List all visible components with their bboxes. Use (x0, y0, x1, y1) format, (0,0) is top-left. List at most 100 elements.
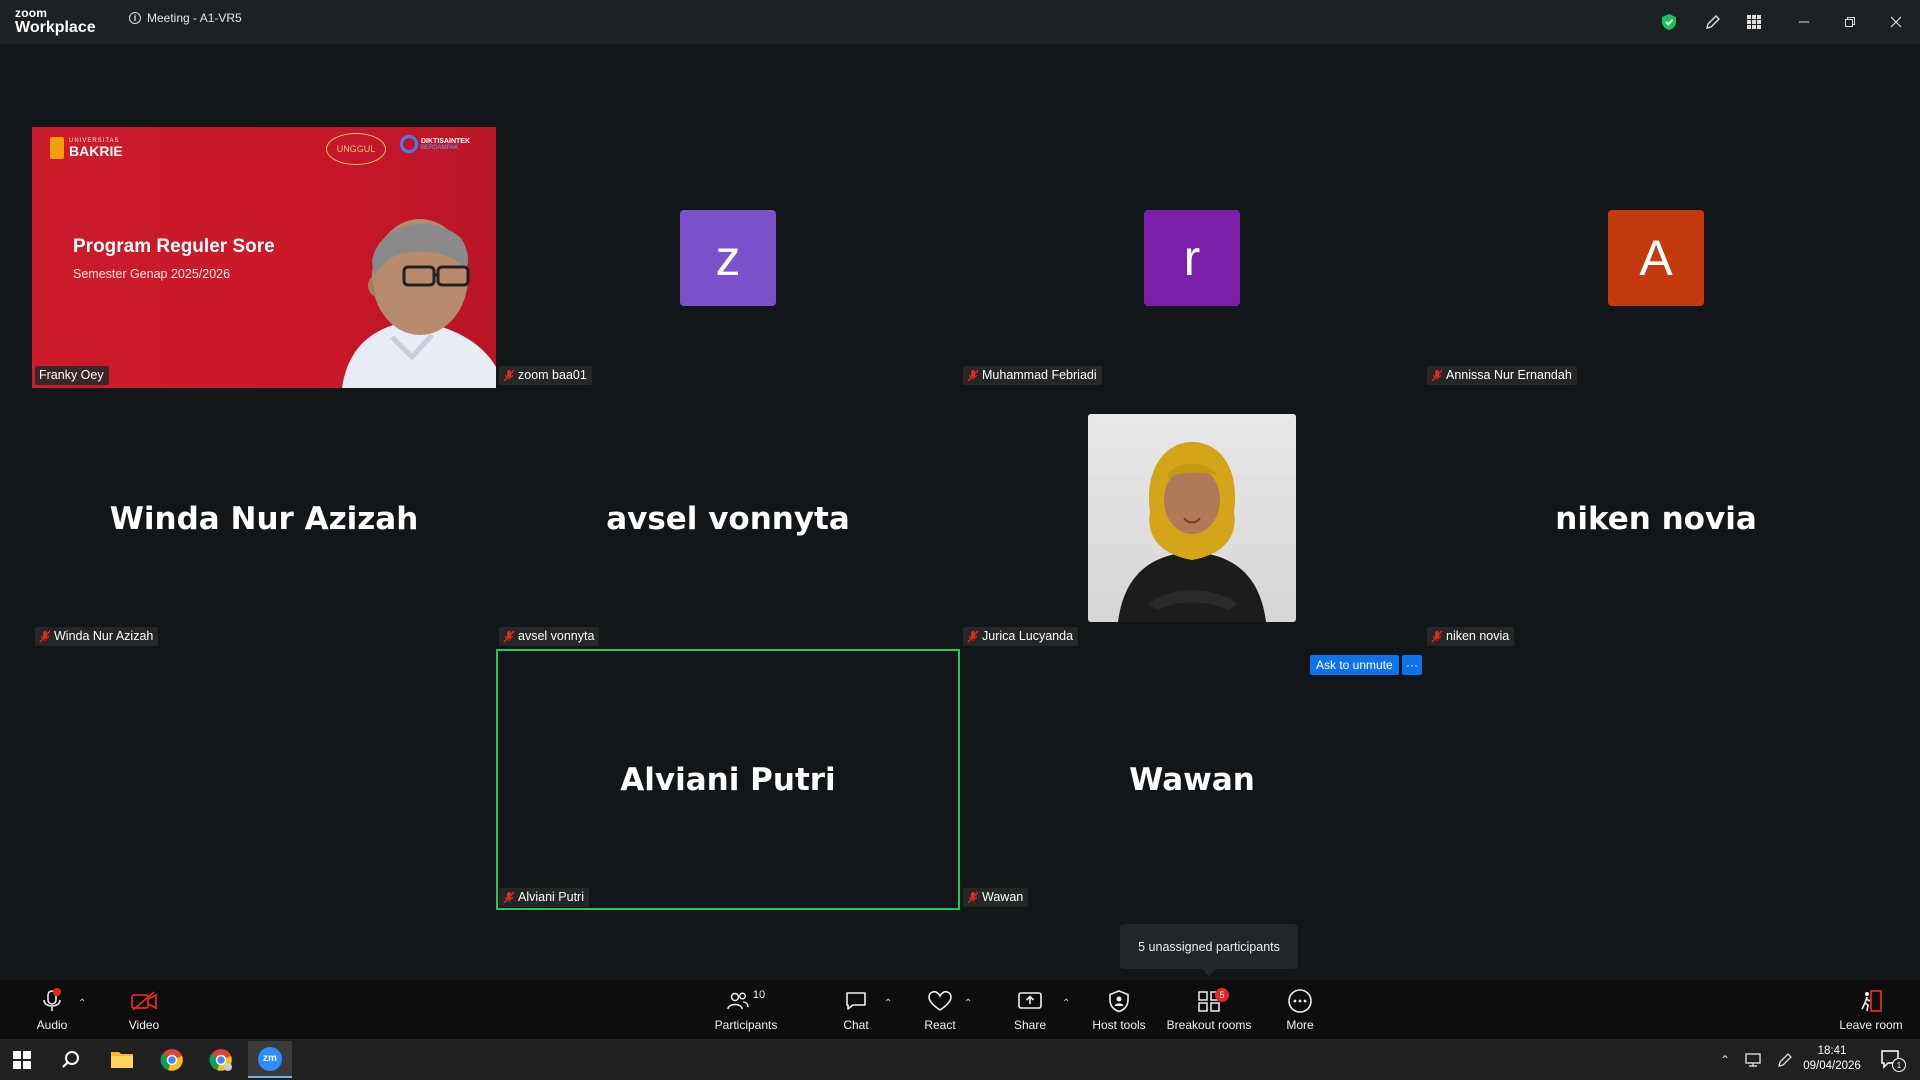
react-label: React (924, 1018, 956, 1032)
participant-name: Muhammad Febriadi (982, 368, 1097, 382)
participant-name-tag: zoom baa01 (499, 366, 592, 385)
participant-display-name: avsel vonnyta (606, 500, 850, 537)
video-tile[interactable]: niken novia niken novia (1424, 388, 1888, 649)
host-tools-button[interactable]: Host tools (1088, 980, 1150, 1039)
breakout-rooms-label: Breakout rooms (1166, 1018, 1252, 1032)
breakout-tooltip: 5 unassigned participants (1120, 924, 1298, 976)
slide-heading: Program Reguler Sore (73, 236, 275, 257)
mic-muted-icon (503, 369, 515, 381)
audio-label: Audio (36, 1018, 68, 1032)
breakout-badge: 5 (1215, 988, 1229, 1002)
participant-display-name: Winda Nur Azizah (109, 500, 419, 537)
clock[interactable]: 18:41 09/04/2026 (1796, 1044, 1868, 1074)
avatar: r (1144, 210, 1240, 306)
close-icon[interactable] (1884, 11, 1908, 33)
participant-profile-photo (1088, 414, 1296, 622)
participant-name: Winda Nur Azizah (54, 629, 154, 643)
network-icon[interactable] (1744, 1052, 1762, 1068)
search-icon[interactable] (61, 1050, 81, 1075)
participant-name: Alviani Putri (518, 890, 584, 904)
participants-button[interactable]: 10 Participants (711, 980, 781, 1039)
notification-count: 1 (1892, 1058, 1906, 1072)
participant-name-tag: avsel vonnyta (499, 627, 600, 646)
restore-icon[interactable] (1838, 11, 1862, 33)
participant-name: niken novia (1446, 629, 1510, 643)
meeting-info[interactable]: i Meeting - A1-VR5 (129, 11, 242, 25)
mic-muted-icon (967, 891, 979, 903)
windows-start-icon[interactable] (13, 1051, 31, 1074)
brand-bottom: Workplace (15, 19, 96, 36)
brand-top: zoom (15, 6, 48, 20)
video-tile[interactable]: z zoom baa01 (496, 127, 960, 388)
zoom-logo: zoom Workplace (15, 7, 96, 36)
diktisaintek-logo: DIKTISAINTEK BERDAMPAK (400, 135, 470, 153)
breakout-rooms-icon: 5 (1197, 984, 1229, 1018)
video-tile[interactable]: avsel vonnyta avsel vonnyta (496, 388, 960, 649)
apps-grid-icon[interactable] (1742, 10, 1766, 34)
participants-icon: 10 (727, 984, 765, 1018)
chrome-icon[interactable] (160, 1048, 184, 1077)
participant-name-tag: Franky Oey (35, 366, 109, 385)
chat-label: Chat (843, 1018, 869, 1032)
participant-name: Wawan (982, 890, 1024, 904)
leave-door-icon (1858, 984, 1884, 1018)
meeting-toolbar: Audio ⌃ Video 10 Participants Chat ⌃ Rea… (0, 980, 1920, 1039)
participant-name-tag: Wawan (963, 888, 1029, 907)
windows-taskbar: zm ⌃ 18:41 09/04/2026 1 (0, 1039, 1920, 1080)
security-shield-icon[interactable] (1657, 10, 1681, 34)
zoom-app-icon: zm (258, 1046, 282, 1071)
mic-muted-icon (967, 369, 979, 381)
participant-name-tag: Alviani Putri (499, 888, 589, 907)
file-explorer-icon[interactable] (110, 1048, 134, 1075)
slide-subheading: Semester Genap 2025/2026 (73, 267, 231, 281)
video-tile[interactable]: Winda Nur Azizah Winda Nur Azizah (32, 388, 496, 649)
annotate-pencil-icon[interactable] (1701, 10, 1725, 34)
video-tile[interactable]: Jurica Lucyanda (960, 388, 1424, 649)
leave-room-button[interactable]: Leave room (1836, 980, 1906, 1039)
logo-text: BAKRIE (69, 143, 123, 159)
chat-button[interactable]: Chat (836, 980, 876, 1039)
pen-input-icon[interactable] (1776, 1052, 1794, 1068)
heart-icon (927, 984, 953, 1018)
react-options-chevron-icon[interactable]: ⌃ (964, 998, 972, 1009)
mic-muted-icon (503, 630, 515, 642)
breakout-rooms-button[interactable]: 5 Breakout rooms (1164, 980, 1254, 1039)
share-screen-icon (1017, 984, 1043, 1018)
chrome-profile-icon[interactable] (209, 1048, 233, 1077)
participant-name-tag: niken novia (1427, 627, 1515, 646)
mic-muted-icon (1431, 369, 1443, 381)
chat-bubble-icon (844, 984, 868, 1018)
video-off-icon (130, 984, 158, 1018)
accreditation-seal: UNGGUL (326, 133, 386, 165)
participant-name: avsel vonnyta (518, 629, 595, 643)
notifications-icon[interactable]: 1 (1880, 1048, 1906, 1075)
video-tile[interactable]: r Muhammad Febriadi (960, 127, 1424, 388)
video-tile[interactable]: Wawan Wawan (960, 649, 1424, 910)
react-button[interactable]: React (920, 980, 960, 1039)
presenter-person (342, 219, 496, 388)
info-icon[interactable]: i (129, 12, 141, 24)
video-tile-presenter[interactable]: UNIVERSITAS BAKRIE UNGGUL DIKTISAINTEK B… (32, 127, 496, 388)
participant-display-name: Alviani Putri (620, 761, 836, 798)
more-ellipsis-icon (1287, 984, 1313, 1018)
avatar: A (1608, 210, 1704, 306)
participant-display-name: niken novia (1555, 500, 1757, 537)
more-button[interactable]: More (1280, 980, 1320, 1039)
leave-room-label: Leave room (1839, 1018, 1903, 1032)
show-hidden-icons-chevron-icon[interactable]: ⌃ (1720, 1053, 1730, 1067)
mic-muted-icon (967, 630, 979, 642)
share-button[interactable]: Share (1010, 980, 1050, 1039)
minimize-icon[interactable] (1792, 11, 1816, 33)
audio-button[interactable]: Audio (28, 980, 76, 1039)
audio-options-chevron-icon[interactable]: ⌃ (78, 998, 86, 1009)
video-tile[interactable]: A Annissa Nur Ernandah (1424, 127, 1888, 388)
mic-muted-icon (503, 891, 515, 903)
share-options-chevron-icon[interactable]: ⌃ (1062, 998, 1070, 1009)
clock-date: 09/04/2026 (1803, 1060, 1861, 1072)
video-tile-active-speaker[interactable]: Alviani Putri Alviani Putri (496, 649, 960, 910)
university-logo: UNIVERSITAS BAKRIE (50, 137, 123, 159)
video-button[interactable]: Video (120, 980, 168, 1039)
zoom-taskbar-button[interactable]: zm (248, 1041, 292, 1078)
video-label: Video (128, 1018, 160, 1032)
chat-options-chevron-icon[interactable]: ⌃ (884, 998, 892, 1009)
